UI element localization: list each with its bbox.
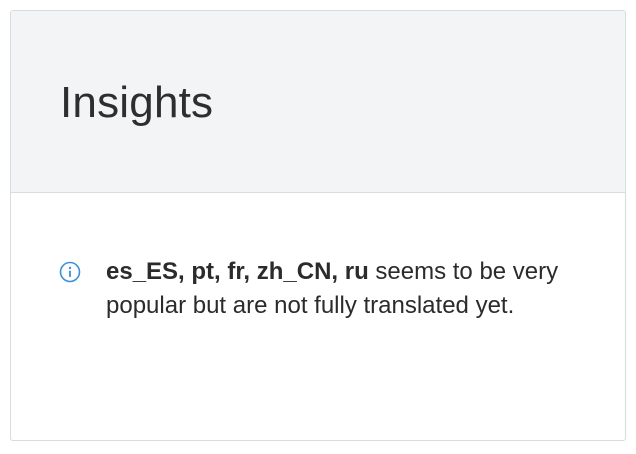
insights-card: Insights es_ES, pt, fr, zh_CN, ru seems … [10,10,626,441]
card-header: Insights [11,11,625,193]
card-title: Insights [60,78,214,127]
insight-item: es_ES, pt, fr, zh_CN, ru seems to be ver… [59,255,579,323]
untranslated-languages: es_ES, pt, fr, zh_CN, ru [106,258,369,285]
insight-message: es_ES, pt, fr, zh_CN, ru seems to be ver… [106,255,579,323]
info-icon [59,261,81,283]
card-body: es_ES, pt, fr, zh_CN, ru seems to be ver… [11,193,625,440]
